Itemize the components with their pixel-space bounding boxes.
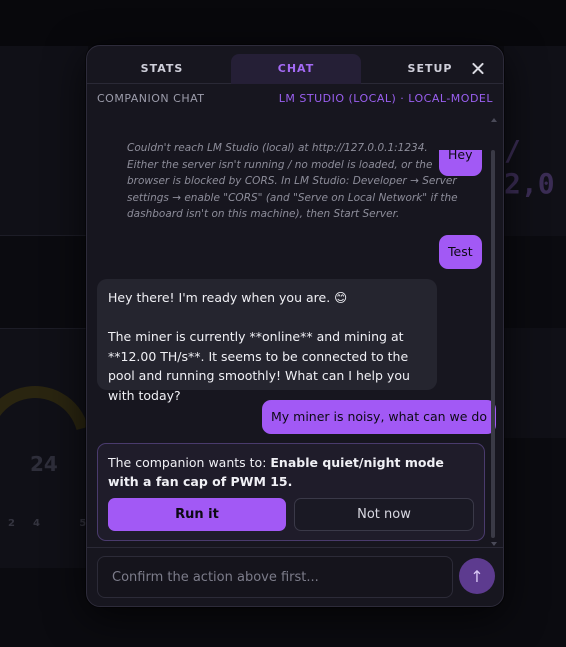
not-now-button[interactable]: Not now xyxy=(294,498,474,531)
model-label: LM STUDIO (LOCAL) · LOCAL-MODEL xyxy=(278,92,493,105)
composer-divider xyxy=(87,547,503,548)
chat-subheader: COMPANION CHAT LM STUDIO (LOCAL) · LOCAL… xyxy=(97,92,493,108)
arrow-up-icon: ↑ xyxy=(470,566,484,586)
scroll-thumb[interactable] xyxy=(491,150,495,538)
backdrop-header xyxy=(0,0,566,46)
action-proposal: The companion wants to: Enable quiet/nig… xyxy=(97,443,485,541)
tab-chat[interactable]: CHAT xyxy=(231,54,361,84)
chat-scrollbar[interactable] xyxy=(490,118,497,546)
backdrop-hashrate: / 2,0 xyxy=(504,134,555,200)
backdrop-gauge-value: 24 xyxy=(30,452,58,476)
message-input[interactable] xyxy=(97,556,453,598)
action-text: The companion wants to: Enable quiet/nig… xyxy=(108,454,474,491)
tab-stats[interactable]: STATS xyxy=(107,54,217,84)
scroll-down-icon[interactable] xyxy=(491,542,497,546)
assistant-message-text: Hey there! I'm ready when you are. 😊 xyxy=(108,290,348,305)
companion-modal: STATS CHAT SETUP COMPANION CHAT LM STUDI… xyxy=(86,45,504,607)
chat-messages[interactable]: Hey Couldn't reach LM Studio (local) at … xyxy=(87,110,497,546)
send-button[interactable]: ↑ xyxy=(459,558,495,594)
close-icon[interactable] xyxy=(469,60,487,78)
chat-title: COMPANION CHAT xyxy=(97,92,205,105)
backdrop-panel xyxy=(0,46,88,236)
user-message: My miner is noisy, what can we do xyxy=(262,400,496,434)
backdrop-panel xyxy=(504,328,566,438)
error-message: Couldn't reach LM Studio (local) at http… xyxy=(127,142,458,220)
assistant-message: Hey there! I'm ready when you are. 😊 The… xyxy=(97,279,437,403)
assistant-message-text: The miner is currently **online** and mi… xyxy=(108,329,410,403)
run-it-button[interactable]: Run it xyxy=(108,498,286,531)
user-message: Test xyxy=(439,235,482,269)
tab-bar: STATS CHAT SETUP xyxy=(87,46,503,84)
action-prefix: The companion wants to: xyxy=(108,455,271,470)
scroll-up-icon[interactable] xyxy=(491,118,497,122)
